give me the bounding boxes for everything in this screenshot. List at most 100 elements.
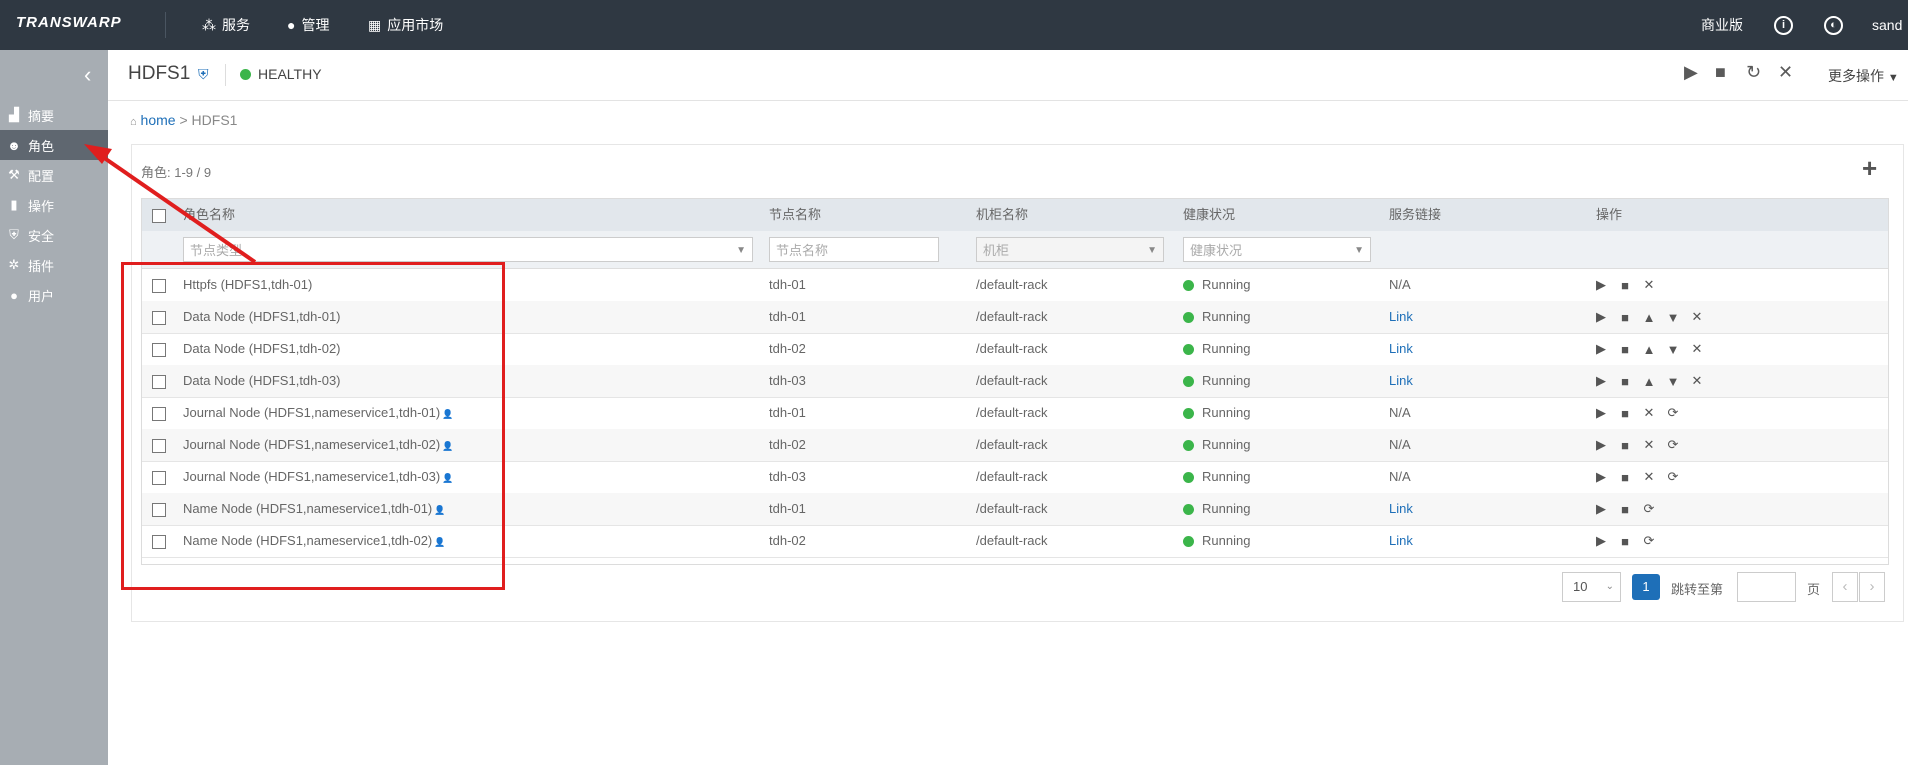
sidebar-item-operations[interactable]: ▮ 操作 [0,190,108,220]
collapse-sidebar-icon[interactable]: ‹ [84,62,91,88]
nav-manage[interactable]: ● 管理 [287,0,329,50]
stop-icon[interactable]: ■ [1613,374,1637,389]
close-icon[interactable]: ✕ [1637,437,1661,453]
rack-name-cell: /default-rack [976,501,1048,516]
up-icon[interactable]: ▲ [1637,374,1661,389]
health-label: HEALTHY [258,66,322,82]
edition-label[interactable]: 商业版 [1701,0,1743,50]
role-type-filter-placeholder: 节点类型 [190,243,243,258]
page-size-select[interactable]: 10 ⌄ [1562,572,1621,602]
globe-icon: ◐ [1824,15,1843,35]
down-icon[interactable]: ▼ [1661,310,1685,325]
refresh-icon[interactable]: ⟳ [1661,405,1685,421]
play-icon[interactable]: ▶ [1589,469,1613,485]
close-icon[interactable]: ✕ [1685,341,1709,357]
play-icon[interactable]: ▶ [1589,373,1613,389]
rack-filter[interactable]: 机柜 ▼ [976,237,1164,262]
close-icon[interactable]: ✕ [1637,405,1661,421]
rack-name-cell: /default-rack [976,341,1048,356]
sidebar-item-label: 角色 [28,138,55,154]
stop-icon[interactable]: ■ [1613,502,1637,517]
refresh-icon[interactable]: ⟳ [1661,469,1685,485]
play-icon[interactable]: ▶ [1589,501,1613,517]
page-button-current[interactable]: 1 [1632,574,1660,600]
down-icon[interactable]: ▼ [1661,342,1685,357]
rack-name-cell: /default-rack [976,373,1048,388]
annotation-highlight-box [121,262,505,590]
service-link[interactable]: Link [1389,333,1413,365]
plugin-icon: ✲ [8,257,20,272]
select-all-checkbox[interactable] [152,209,166,223]
play-icon[interactable]: ▶ [1589,309,1613,325]
sidebar-item-users[interactable]: ● 用户 [0,280,108,310]
add-role-button[interactable]: + [1862,153,1877,184]
play-icon[interactable]: ▶ [1589,405,1613,421]
user-menu[interactable]: sand [1872,0,1902,50]
up-icon[interactable]: ▲ [1637,310,1661,325]
caret-down-icon: ▼ [1147,245,1157,256]
brand-logo[interactable]: TRANSWARP [16,14,122,31]
sidebar: ‹ ▟ 摘要 ☻ 角色 ⚒ 配置 ▮ 操作 ⛨ 安全 ✲ 插件 ● 用户 [0,50,108,765]
row-actions: ▶ ■ ✕ [1589,269,1661,301]
sidebar-item-config[interactable]: ⚒ 配置 [0,160,108,190]
health-filter[interactable]: 健康状况 ▼ [1183,237,1371,262]
close-icon[interactable]: ✕ [1637,277,1661,293]
close-icon[interactable]: ✕ [1637,469,1661,485]
service-link[interactable]: Link [1389,493,1413,525]
refresh-icon[interactable]: ⟳ [1661,437,1685,453]
service-link[interactable]: Link [1389,525,1413,557]
breadcrumb-home[interactable]: home [141,112,176,128]
col-health[interactable]: 健康状况 [1183,199,1235,231]
col-node-name[interactable]: 节点名称 [769,199,821,231]
stop-icon[interactable]: ■ [1613,342,1637,357]
start-service-button[interactable]: ▶ [1684,62,1698,83]
page-jump-input[interactable] [1737,572,1796,602]
sidebar-item-summary[interactable]: ▟ 摘要 [0,100,108,130]
sidebar-item-label: 安全 [28,228,55,244]
rack-name-cell: /default-rack [976,437,1048,452]
up-icon[interactable]: ▲ [1637,342,1661,357]
stop-service-button[interactable]: ■ [1715,62,1726,83]
service-link[interactable]: Link [1389,365,1413,397]
health-cell: Running [1183,525,1250,557]
nav-services[interactable]: ⁂ 服务 [202,0,250,50]
sidebar-item-label: 配置 [28,168,55,184]
play-icon[interactable]: ▶ [1589,437,1613,453]
service-link[interactable]: Link [1389,301,1413,333]
close-icon[interactable]: ✕ [1685,309,1709,325]
close-icon[interactable]: ✕ [1685,373,1709,389]
play-icon[interactable]: ▶ [1589,533,1613,549]
prev-page-button[interactable]: ‹ [1832,572,1858,602]
close-icon: ✕ [1778,62,1794,82]
stop-icon[interactable]: ■ [1613,470,1637,485]
delete-service-button[interactable]: ✕ [1778,62,1793,83]
refresh-icon[interactable]: ⟳ [1637,533,1661,549]
col-rack-name[interactable]: 机柜名称 [976,199,1028,231]
status-label: Running [1202,437,1251,452]
stop-icon[interactable]: ■ [1613,438,1637,453]
col-role-name[interactable]: 角色名称 [183,199,235,231]
globe-button[interactable]: ◐ [1824,0,1843,50]
node-name-filter[interactable]: 节点名称 [769,237,939,262]
info-button[interactable]: i [1774,0,1793,50]
more-actions-dropdown[interactable]: 更多操作 ▼ [1828,66,1899,86]
health-cell: Running [1183,461,1250,493]
restart-service-button[interactable]: ↻ [1746,62,1761,83]
status-dot-icon [1183,535,1194,547]
sidebar-item-roles[interactable]: ☻ 角色 [0,130,108,160]
sidebar-item-plugins[interactable]: ✲ 插件 [0,250,108,280]
role-type-filter[interactable]: 节点类型 ▼ [183,237,753,262]
stop-icon[interactable]: ■ [1613,310,1637,325]
play-icon[interactable]: ▶ [1589,277,1613,293]
play-icon[interactable]: ▶ [1589,341,1613,357]
page-unit-label: 页 [1807,582,1821,597]
down-icon[interactable]: ▼ [1661,374,1685,389]
nav-app-market[interactable]: ▦ 应用市场 [368,0,443,50]
refresh-icon[interactable]: ⟳ [1637,501,1661,517]
stop-icon[interactable]: ■ [1613,406,1637,421]
stop-icon[interactable]: ■ [1613,278,1637,293]
stop-icon[interactable]: ■ [1613,534,1637,549]
next-page-button[interactable]: › [1859,572,1885,602]
sidebar-item-security[interactable]: ⛨ 安全 [0,220,108,250]
node-name-cell: tdh-03 [769,373,806,388]
